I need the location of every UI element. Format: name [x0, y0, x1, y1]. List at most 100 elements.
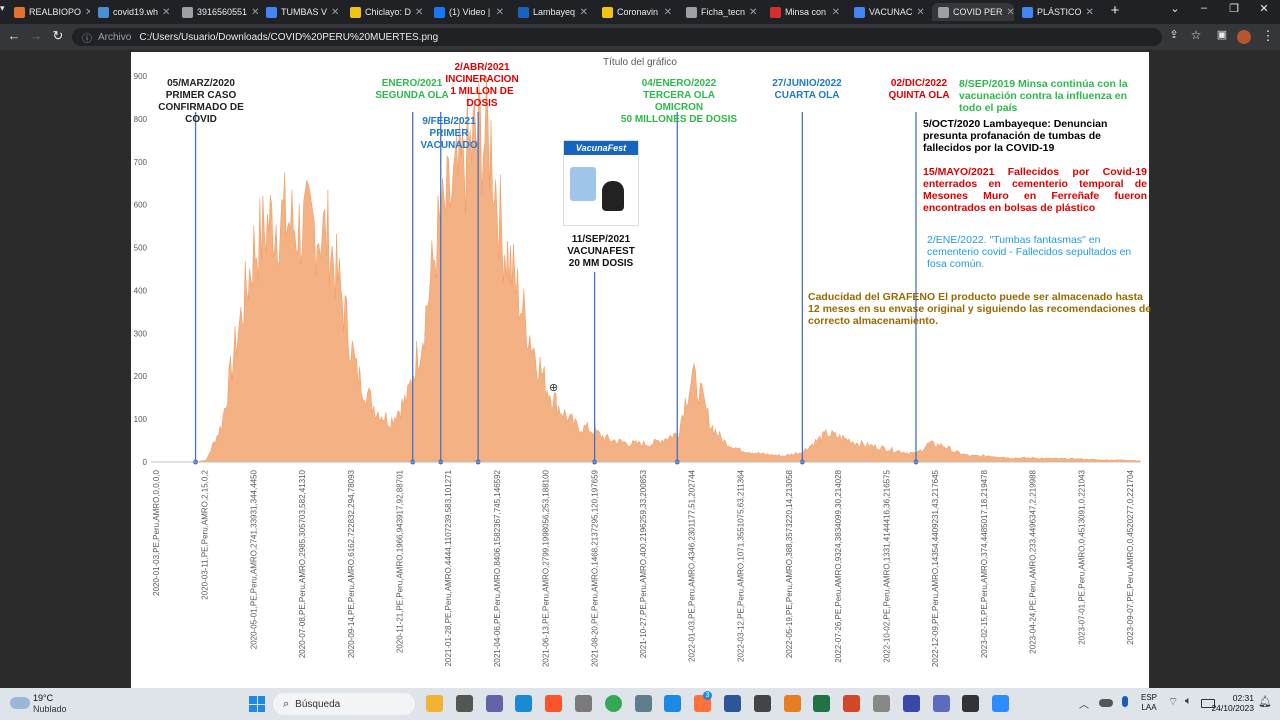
language-indicator[interactable]: ESP LAA	[1141, 693, 1157, 713]
tab-strip: ▾ REALBIOPO ✕ covid19.wh ✕ 3916560551 ✕ TUMBAS…	[0, 0, 1280, 24]
settings-icon[interactable]	[753, 695, 771, 712]
file-explorer-icon[interactable]	[426, 695, 443, 712]
y-tick-label: 700	[134, 158, 148, 167]
onedrive-cloud-icon[interactable]	[1099, 699, 1113, 707]
tab-close-icon[interactable]: ✕	[415, 7, 423, 18]
tab-label: (1) Video |	[449, 7, 491, 17]
chrome-icon[interactable]	[604, 695, 622, 712]
app-gray-icon[interactable]	[873, 695, 890, 712]
y-tick-label: 100	[134, 415, 148, 424]
mail-icon[interactable]	[664, 695, 682, 712]
address-url: C:/Users/Usuario/Downloads/COVID%20PERU%…	[139, 31, 439, 43]
tab-close-icon[interactable]: ✕	[251, 7, 258, 18]
tab[interactable]: Minsa con ✕	[764, 3, 846, 21]
tab-search-icon[interactable]: ▾	[0, 3, 8, 21]
restore-button[interactable]: ❐	[1220, 2, 1248, 15]
app-grid-icon[interactable]	[932, 695, 950, 712]
back-arrow-icon[interactable]: ←	[4, 28, 24, 43]
tab[interactable]: covid19.wh ✕	[92, 3, 174, 21]
word-icon[interactable]	[724, 695, 741, 712]
start-windows-icon[interactable]	[249, 696, 265, 712]
share-icon[interactable]: ⇪	[1164, 28, 1184, 41]
taskbar-search-box[interactable]: ⌕ Búsqueda	[273, 693, 415, 715]
excel-icon[interactable]	[813, 695, 831, 712]
tab[interactable]: 3916560551 ✕	[176, 3, 258, 21]
y-tick-label: 800	[134, 115, 148, 124]
x-tick-label: 2021-06-13,PE,Peru,AMRO,2799,1998056,253…	[542, 469, 551, 667]
tab[interactable]: REALBIOPO ✕	[8, 3, 90, 21]
profile-avatar[interactable]	[1237, 30, 1251, 44]
app-orange-icon[interactable]	[783, 695, 801, 712]
tab-close-icon[interactable]: ✕	[664, 7, 672, 18]
calculator-icon[interactable]	[634, 695, 652, 712]
app-purple-icon[interactable]	[902, 695, 920, 712]
tab-close-icon[interactable]: ✕	[496, 7, 504, 18]
close-window-button[interactable]: ✕	[1250, 2, 1278, 15]
tab[interactable]: Chiclayo: D ✕	[344, 3, 426, 21]
weather-cloud-icon[interactable]	[10, 697, 30, 709]
tab-close-icon[interactable]: ✕	[749, 7, 757, 18]
menu-kebab-icon[interactable]: ⋮	[1258, 28, 1278, 44]
zoom-icon[interactable]	[992, 695, 1010, 712]
volume-icon[interactable]: 🔈︎	[1185, 695, 1192, 708]
tab[interactable]: (1) Video | ✕	[428, 3, 510, 21]
weather-desc[interactable]: Nublado	[33, 704, 67, 714]
clock[interactable]: 02:31 24/10/2023	[1206, 693, 1254, 713]
x-tick-label: 2023-09-07,PE,Peru,AMRO,0,4520277,0,2217…	[1126, 469, 1135, 644]
weather-temp[interactable]: 19°C	[33, 693, 53, 703]
tab[interactable]: Coronavin ✕	[596, 3, 678, 21]
address-bar[interactable]: ⓘ Archivo C:/Users/Usuario/Downloads/COV…	[72, 28, 1162, 46]
tab-favicon-icon	[14, 6, 25, 18]
vacunafest-logo: VacunaFest	[564, 141, 638, 155]
x-tick-label: 2020-03-11,PE,Peru,AMRO,2,15,0,2	[201, 469, 210, 599]
brave-icon[interactable]	[545, 695, 563, 712]
info-icon[interactable]: ⓘ	[82, 30, 92, 45]
sidebar-icon[interactable]: ▣	[1212, 28, 1232, 41]
x-tick-label: 2022-12-09,PE,Peru,AMRO,14354,4409231,43…	[931, 469, 940, 667]
tab-label: covid19.wh	[113, 7, 159, 17]
tab[interactable]: PLÁSTICO ✕	[1016, 3, 1098, 21]
annotation-third-wave: 04/ENERO/2022 TERCERA OLA OMICRON 50 MIL…	[620, 78, 738, 125]
tab-favicon-icon	[434, 6, 445, 18]
tab-close-icon[interactable]: ✕	[1007, 7, 1014, 18]
powerpoint-icon[interactable]	[843, 695, 861, 712]
x-tick-label: 2020-07-08,PE,Peru,AMRO,2985,305703,582,…	[298, 469, 307, 658]
tab[interactable]: Lambayeq ✕	[512, 3, 594, 21]
tab-close-icon[interactable]: ✕	[916, 7, 924, 18]
minimize-button[interactable]: –	[1190, 2, 1218, 14]
y-tick-label: 900	[134, 72, 148, 81]
app-icon[interactable]	[575, 695, 592, 712]
language-layout: LAA	[1141, 703, 1157, 712]
edge-icon[interactable]	[515, 695, 533, 712]
tab-label: REALBIOPO	[29, 7, 82, 17]
tab-close-icon[interactable]: ✕	[832, 7, 840, 18]
chat-icon[interactable]	[485, 695, 503, 712]
tab-close-icon[interactable]: ✕	[331, 7, 339, 18]
forward-arrow-icon[interactable]: →	[26, 28, 46, 43]
tab-close-icon[interactable]: ✕	[162, 7, 170, 18]
microphone-icon[interactable]	[1122, 696, 1128, 707]
taskbar-search-label: Búsqueda	[295, 698, 341, 710]
x-tick-label: 2020-09-14,PE,Peru,AMRO,6162,722832,294,…	[347, 469, 356, 658]
tab-close-icon[interactable]: ✕	[85, 7, 90, 18]
tab-search-button[interactable]: ⌄	[1161, 2, 1189, 15]
notification-bell-icon[interactable]: 🔔︎	[1258, 695, 1272, 708]
reload-icon[interactable]: ↻	[48, 28, 68, 44]
tab[interactable]: TUMBAS V ✕	[260, 3, 342, 21]
app-dark-icon[interactable]	[962, 695, 980, 712]
x-tick-label: 2022-05-19,PE,Peru,AMRO,388,3573220,14,2…	[785, 469, 794, 658]
chevron-up-icon[interactable]: ︿	[1079, 696, 1089, 711]
tab-label: Chiclayo: D	[365, 7, 412, 17]
x-tick-label: 2021-08-20,PE,Peru,AMRO,1468,2137295,120…	[590, 469, 599, 667]
taskbar-badge: 3	[703, 691, 712, 700]
task-view-icon[interactable]	[455, 695, 473, 712]
tab[interactable]: COVID PER ✕	[932, 3, 1014, 21]
tab[interactable]: Ficha_tecn ✕	[680, 3, 762, 21]
bookmark-star-icon[interactable]: ☆	[1186, 28, 1206, 42]
language-code: ESP	[1141, 693, 1158, 702]
tab[interactable]: VACUNAC ✕	[848, 3, 930, 21]
tab-close-icon[interactable]: ✕	[580, 7, 588, 18]
tab-close-icon[interactable]: ✕	[1086, 7, 1094, 18]
new-tab-button[interactable]: +	[1107, 2, 1123, 19]
network-icon[interactable]: ⌔	[1168, 695, 1178, 709]
